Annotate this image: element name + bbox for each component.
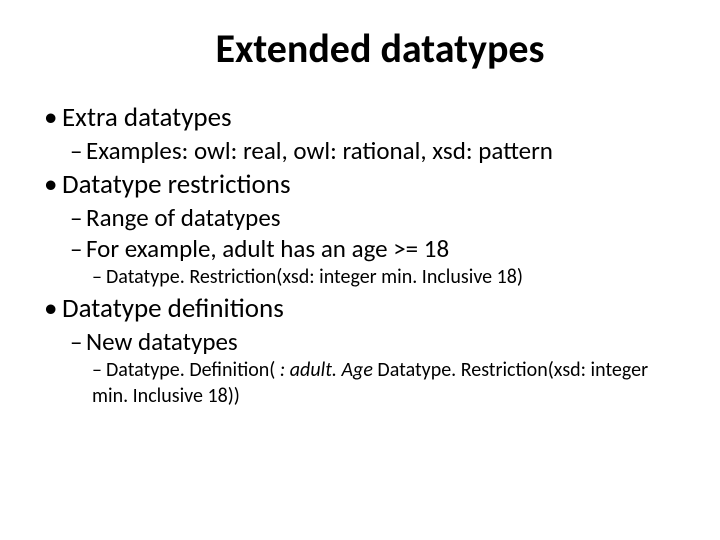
dash-icon: – — [92, 357, 106, 383]
subbullet-text: Examples: owl: real, owl: rational, xsd:… — [86, 135, 553, 166]
dash-icon: – — [92, 264, 106, 290]
bullet-dot-icon: • — [44, 101, 62, 135]
subbullet-new-datatypes: –New datatypes — [70, 326, 680, 357]
subbullet-adult-age: –For example, adult has an age >= 18 — [70, 233, 680, 264]
bullet-dot-icon: • — [44, 292, 62, 326]
subbullet-text: New datatypes — [86, 326, 238, 357]
subbullet-text: For example, adult has an age >= 18 — [86, 233, 449, 264]
bullet-dot-icon: • — [44, 168, 62, 202]
subsubbullet-text-italic: : adult. Age — [280, 358, 373, 382]
bullet-text: Datatype definitions — [62, 292, 284, 325]
bullet-extra-datatypes: •Extra datatypes — [44, 101, 680, 135]
subsubbullet-restriction-code: –Datatype. Restriction(xsd: integer min.… — [92, 264, 680, 290]
bullet-text: Extra datatypes — [62, 101, 232, 134]
dash-icon: – — [70, 135, 86, 166]
subsubbullet-text-a: Datatype. Definition( — [106, 358, 280, 382]
dash-icon: – — [70, 326, 86, 357]
bullet-text: Datatype restrictions — [62, 168, 291, 201]
dash-icon: – — [70, 233, 86, 264]
dash-icon: – — [70, 202, 86, 233]
bullet-datatype-definitions: •Datatype definitions — [44, 292, 680, 326]
subsubbullet-text: Datatype. Restriction(xsd: integer min. … — [106, 265, 523, 289]
subbullet-examples: –Examples: owl: real, owl: rational, xsd… — [70, 135, 680, 166]
subsubbullet-definition-code: –Datatype. Definition( : adult. Age Data… — [92, 357, 680, 409]
subbullet-text: Range of datatypes — [86, 202, 281, 233]
bullet-datatype-restrictions: •Datatype restrictions — [44, 168, 680, 202]
slide-title: Extended datatypes — [80, 24, 680, 73]
subbullet-range: –Range of datatypes — [70, 202, 680, 233]
